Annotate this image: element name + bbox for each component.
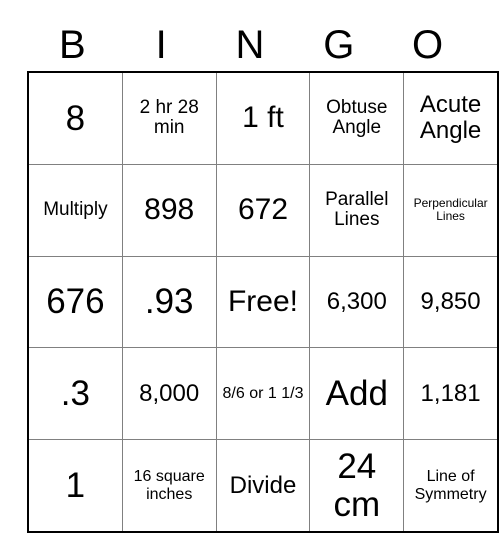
bingo-cell[interactable]: 6,300 (309, 255, 405, 349)
bingo-cell[interactable]: Line of Symmetry (403, 439, 498, 532)
bingo-cell[interactable]: .93 (121, 255, 217, 349)
bingo-cell[interactable]: 1 (28, 439, 123, 532)
bingo-cell[interactable]: 1 ft (215, 72, 311, 165)
bingo-header-row: B I N G O (28, 18, 472, 72)
bingo-row: .3 8,000 8/6 or 1 1/3 Add 1,181 (28, 347, 498, 441)
bingo-grid: 8 2 hr 28 min 1 ft Obtuse Angle Acute An… (27, 71, 499, 533)
bingo-header-letter-g: G (323, 23, 355, 67)
bingo-row: 676 .93 Free! 6,300 9,850 (28, 255, 498, 349)
bingo-cell[interactable]: 8,000 (121, 347, 217, 441)
bingo-card: B I N G O 8 2 hr 28 min 1 ft Obtuse Angl… (27, 18, 499, 533)
bingo-cell[interactable]: 8/6 or 1 1/3 (215, 347, 311, 441)
bingo-cell[interactable]: .3 (28, 347, 123, 441)
bingo-header-letter-n: N (235, 23, 265, 67)
bingo-row: 1 16 square inches Divide 24 cm Line of … (28, 439, 498, 532)
bingo-header-letter-o: O (412, 23, 444, 67)
bingo-cell-free[interactable]: Free! (215, 255, 311, 349)
bingo-row: 8 2 hr 28 min 1 ft Obtuse Angle Acute An… (28, 72, 498, 165)
bingo-cell[interactable]: Perpendicular Lines (403, 163, 498, 257)
bingo-cell[interactable]: 676 (28, 255, 123, 349)
bingo-cell[interactable]: Parallel Lines (309, 163, 405, 257)
bingo-header-letter-i: I (155, 23, 167, 67)
bingo-cell[interactable]: 8 (28, 72, 123, 165)
bingo-cell[interactable]: 24 cm (309, 439, 405, 532)
bingo-cell[interactable]: Acute Angle (403, 72, 498, 165)
bingo-cell[interactable]: 2 hr 28 min (121, 72, 217, 165)
bingo-cell[interactable]: Obtuse Angle (309, 72, 405, 165)
bingo-cell[interactable]: 1,181 (403, 347, 498, 441)
bingo-header-letter-b: B (59, 23, 86, 67)
bingo-row: Multiply 898 672 Parallel Lines Perpendi… (28, 163, 498, 257)
bingo-cell[interactable]: Add (309, 347, 405, 441)
bingo-cell[interactable]: 16 square inches (121, 439, 217, 532)
bingo-cell[interactable]: 672 (215, 163, 311, 257)
bingo-cell[interactable]: Divide (215, 439, 311, 532)
bingo-cell[interactable]: Multiply (28, 163, 123, 257)
bingo-cell[interactable]: 898 (121, 163, 217, 257)
bingo-cell[interactable]: 9,850 (403, 255, 498, 349)
